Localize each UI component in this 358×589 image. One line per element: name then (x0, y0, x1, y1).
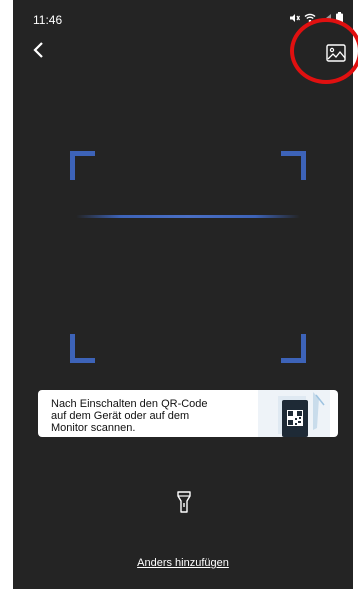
status-bar: 11:46 (13, 0, 353, 28)
qr-scan-frame (70, 151, 306, 363)
frame-corner-bottom-left (70, 334, 95, 363)
highlight-circle-annotation (290, 18, 358, 84)
mute-icon (290, 13, 300, 22)
scan-line (76, 215, 300, 218)
add-other-way-link[interactable]: Anders hinzufügen (13, 557, 353, 569)
scan-screen: 11:46 Nach Einschalten den QR-Code auf d… (13, 0, 353, 589)
scan-hint-text: Nach Einschalten den QR-Code auf dem Ger… (51, 398, 208, 434)
scan-hint-card: Nach Einschalten den QR-Code auf dem Ger… (38, 390, 338, 437)
qr-device-illustration (258, 390, 330, 437)
flashlight-button[interactable] (176, 488, 192, 516)
flashlight-icon (177, 491, 191, 513)
status-time: 11:46 (33, 13, 63, 27)
back-button[interactable] (27, 38, 49, 62)
frame-corner-bottom-right (281, 334, 306, 363)
chevron-left-icon (33, 42, 43, 58)
frame-corner-top-left (70, 151, 95, 180)
frame-corner-top-right (281, 151, 306, 180)
